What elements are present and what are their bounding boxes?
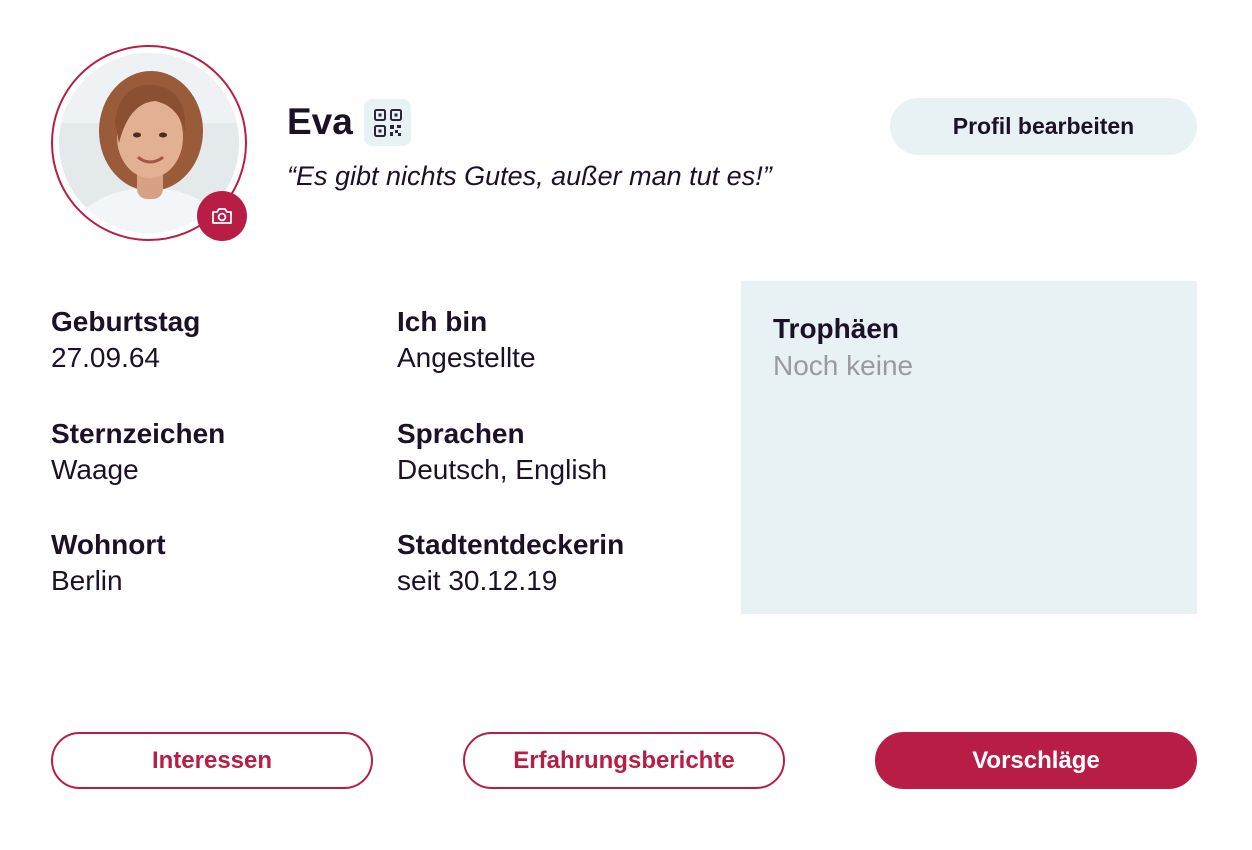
experience-reports-button[interactable]: Erfahrungsberichte <box>463 732 785 789</box>
detail-zodiac: Sternzeichen Waage <box>51 416 225 488</box>
profile-avatar <box>51 45 247 241</box>
detail-value: Angestellte <box>397 342 536 373</box>
detail-label: Ich bin <box>397 306 488 337</box>
detail-value: seit 30.12.19 <box>397 565 558 596</box>
detail-explorer: Stadtentdeckerin seit 30.12.19 <box>397 527 624 599</box>
camera-icon <box>212 208 232 224</box>
detail-residence: Wohnort Berlin <box>51 527 166 599</box>
qr-code-icon <box>373 108 402 137</box>
detail-label: Wohnort <box>51 529 166 560</box>
detail-value: Berlin <box>51 565 123 596</box>
detail-value: Waage <box>51 454 139 485</box>
detail-languages: Sprachen Deutsch, English <box>397 416 607 488</box>
profile-quote: “Es gibt nichts Gutes, außer man tut es!… <box>287 161 772 191</box>
suggestions-button[interactable]: Vorschläge <box>875 732 1197 789</box>
detail-value: 27.09.64 <box>51 342 160 373</box>
trophies-label: Trophäen <box>773 313 900 344</box>
detail-label: Sprachen <box>397 418 525 449</box>
detail-label: Sternzeichen <box>51 418 226 449</box>
qr-code-button[interactable] <box>364 99 411 146</box>
trophies-value: Noch keine <box>773 350 914 381</box>
detail-label: Stadtentdeckerin <box>397 529 625 560</box>
detail-value: Deutsch, English <box>397 454 608 485</box>
edit-profile-button[interactable]: Profil bearbeiten <box>890 98 1197 155</box>
trophies-panel: Trophäen Noch keine <box>741 281 1197 614</box>
detail-label: Geburtstag <box>51 306 201 337</box>
change-photo-button[interactable] <box>197 191 247 241</box>
detail-birthday: Geburtstag 27.09.64 <box>51 304 200 376</box>
interests-button[interactable]: Interessen <box>51 732 373 789</box>
profile-name: Eva <box>287 101 353 142</box>
detail-occupation: Ich bin Angestellte <box>397 304 536 376</box>
